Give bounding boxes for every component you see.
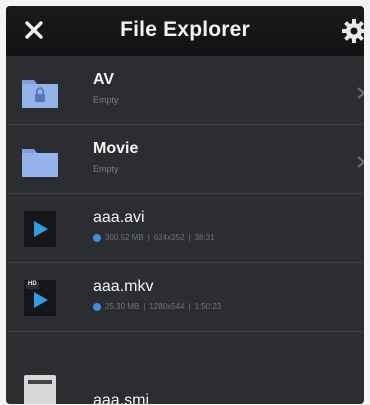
file-explorer-screen: File Explorer AV Empty Movie Empty aaa.a… [6,6,364,404]
item-name: Movie [93,140,139,157]
item-name: AV [93,71,115,88]
item-name: aaa.avi [93,209,145,226]
item-size: 300.52 MB [105,233,144,242]
list-item[interactable]: AV Empty [6,56,364,125]
folder-icon [22,149,58,177]
gear-icon [342,19,364,43]
chevron-right-icon [357,156,364,168]
list-item[interactable]: HD aaa.mkv 25.30 MB | 1280x544 | 1:50:23 [6,263,364,332]
item-subtitle: Empty [93,164,119,174]
separator: | [188,233,191,242]
item-name: aaa.smi [93,392,150,404]
item-duration: 38:31 [194,233,215,242]
item-meta: 25.30 MB | 1280x544 | 1:50:23 [93,302,221,311]
video-file-icon [24,211,56,247]
chevron-right-icon [357,87,364,99]
hd-badge: HD [28,281,37,287]
locked-folder-icon [22,80,58,108]
item-meta: 300.52 MB | 624x352 | 38:31 [93,233,215,242]
hd-video-file-icon [24,280,56,316]
item-name: aaa.mkv [93,278,154,295]
settings-button[interactable] [340,17,364,45]
list-item[interactable]: Movie Empty [6,125,364,194]
item-resolution: 624x352 [153,233,185,242]
item-subtitle: Empty [93,95,119,105]
separator: | [147,233,150,242]
item-resolution: 1280x544 [149,302,185,311]
status-dot-icon [93,233,101,242]
item-size: 25.30 MB [105,302,140,311]
list-item[interactable]: aaa.smi [6,332,364,404]
separator: | [143,302,146,311]
subtitle-file-icon [24,375,56,404]
status-dot-icon [93,302,101,311]
header-bar: File Explorer [6,6,364,56]
item-duration: 1:50:23 [194,302,222,311]
page-title: File Explorer [120,18,250,41]
list-item[interactable]: aaa.avi 300.52 MB | 624x352 | 38:31 [6,194,364,263]
separator: | [188,302,191,311]
